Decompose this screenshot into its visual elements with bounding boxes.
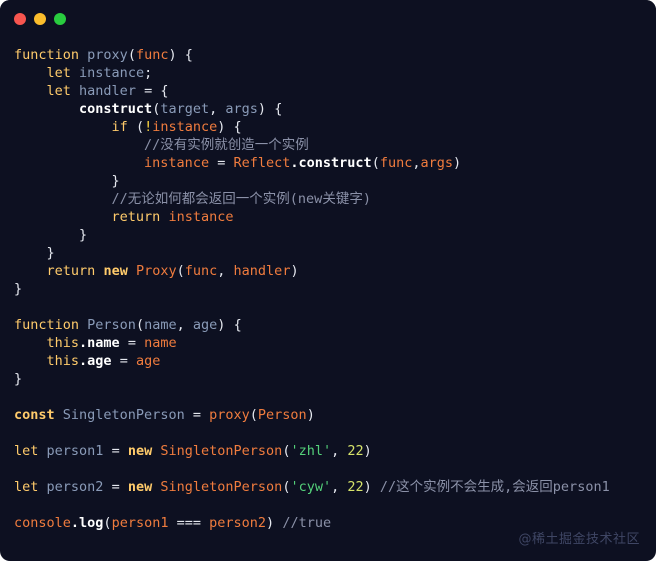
code-line: } — [14, 371, 23, 387]
code-line: construct(target, args) { — [79, 101, 283, 117]
close-button[interactable] — [14, 13, 26, 25]
inline-comment: //true — [282, 515, 332, 531]
code-line: } — [14, 281, 23, 297]
inline-comment: //无论如何都会返回一个实例(new关键字) — [111, 191, 371, 207]
maximize-button[interactable] — [54, 13, 66, 25]
code-line: function Person(name, age) { — [14, 317, 242, 333]
number-literal: 22 — [347, 479, 364, 495]
code-content[interactable]: function proxy(func) { let instance; let… — [0, 38, 656, 561]
code-line: } — [79, 227, 88, 243]
string-literal: 'zhl' — [290, 443, 332, 459]
code-line: let handler = { — [46, 83, 169, 99]
inline-comment: //没有实例就创造一个实例 — [144, 137, 309, 153]
code-editor-window: function proxy(func) { let instance; let… — [0, 0, 656, 561]
watermark: @稀土掘金技术社区 — [518, 532, 640, 547]
code-line: this.name = name — [46, 335, 177, 351]
code-line: return instance — [111, 209, 234, 225]
code-line: function proxy(func) { — [14, 47, 193, 63]
code-line: } — [46, 245, 55, 261]
code-line: } — [111, 173, 120, 189]
code-line: const SingletonPerson = proxy(Person) — [14, 407, 315, 423]
minimize-button[interactable] — [34, 13, 46, 25]
code-line-comment: //无论如何都会返回一个实例(new关键字) — [14, 190, 656, 208]
code-line: let instance; — [46, 65, 153, 81]
window-titlebar[interactable] — [0, 0, 656, 38]
code-line: return new Proxy(func, handler) — [46, 263, 299, 279]
code-line: let person2 = new SingletonPerson('cyw',… — [14, 479, 610, 495]
code-line: instance = Reflect.construct(func,args) — [144, 155, 462, 171]
number-literal: 22 — [347, 443, 364, 459]
code-line-comment: //没有实例就创造一个实例 — [14, 136, 656, 154]
inline-comment: //这个实例不会生成,会返回person1 — [379, 479, 610, 495]
code-line: this.age = age — [46, 353, 161, 369]
code-line: let person1 = new SingletonPerson('zhl',… — [14, 443, 372, 459]
code-line: if (!instance) { — [111, 119, 242, 135]
string-literal: 'cyw' — [290, 479, 332, 495]
